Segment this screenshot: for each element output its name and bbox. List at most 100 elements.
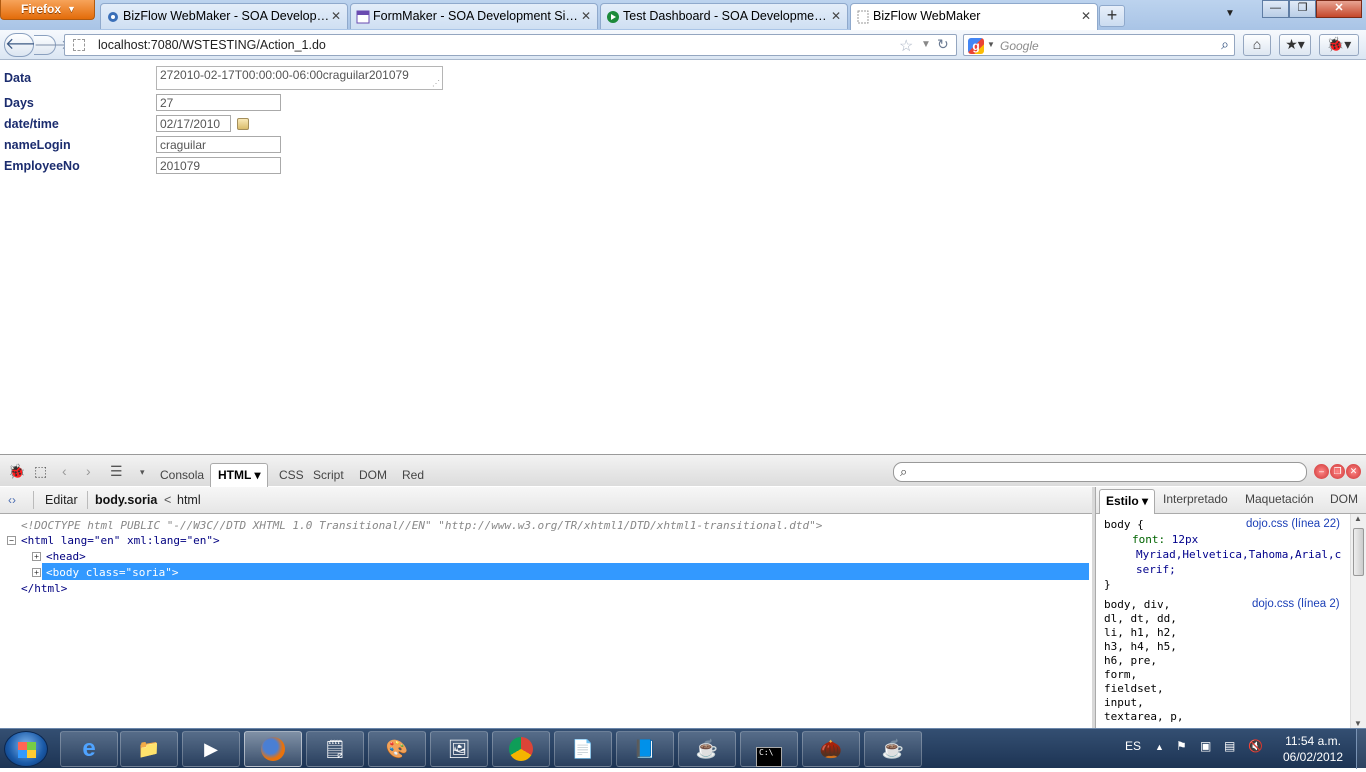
css-value-continued[interactable]: Myriad,Helvetica,Tahoma,Arial,c: [1104, 547, 1349, 562]
inspect-element-icon[interactable]: ⬚: [34, 463, 47, 480]
system-clock[interactable]: 11:54 a.m. 06/02/2012: [1278, 733, 1348, 765]
date-field-value[interactable]: 02/17/2010: [160, 117, 220, 131]
volume-muted-icon[interactable]: 🔇: [1248, 739, 1263, 753]
close-icon[interactable]: ✕: [831, 9, 841, 23]
tab-interpretado[interactable]: Interpretado: [1163, 492, 1228, 506]
tab-html[interactable]: HTML ▾: [210, 463, 269, 487]
chevron-down-icon[interactable]: ▾: [140, 467, 145, 478]
days-field-value[interactable]: 27: [160, 96, 173, 110]
picture-viewer-icon[interactable]: 🖼: [430, 731, 488, 767]
forward-button[interactable]: 🡒: [34, 35, 69, 55]
close-icon[interactable]: ✕: [581, 9, 591, 23]
history-dropdown-icon[interactable]: ▼: [921, 39, 931, 50]
forward-arrow-icon[interactable]: ›: [86, 463, 91, 479]
scroll-up-icon[interactable]: ▲: [1354, 514, 1362, 523]
date-field[interactable]: 02/17/2010: [156, 115, 231, 132]
head-node[interactable]: <head>: [46, 550, 86, 563]
scroll-down-icon[interactable]: ▼: [1354, 719, 1362, 728]
media-player-icon[interactable]: ▶: [182, 731, 240, 767]
show-hidden-icons-icon[interactable]: ▲: [1155, 742, 1164, 752]
acorn-app-icon[interactable]: 🌰: [802, 731, 860, 767]
google-icon[interactable]: g: [968, 38, 984, 54]
start-button[interactable]: [4, 731, 48, 767]
scrollbar-thumb[interactable]: [1353, 528, 1364, 576]
network-icon[interactable]: ▤: [1224, 739, 1235, 753]
breadcrumb-body[interactable]: body.soria: [95, 493, 157, 507]
action-center-flag-icon[interactable]: ⚑: [1176, 739, 1187, 753]
sticky-notes-icon[interactable]: 🗒: [306, 731, 364, 767]
url-bar[interactable]: localhost:7080/WSTESTING/Action_1.do ☆ ▼…: [64, 34, 957, 56]
tab-list-icon[interactable]: ▼: [1225, 8, 1235, 19]
tab-script[interactable]: Script: [313, 468, 344, 482]
list-menu-icon[interactable]: ☰: [110, 463, 123, 480]
firebug-search-input[interactable]: ⌕: [893, 462, 1307, 482]
new-tab-button[interactable]: +: [1099, 5, 1125, 27]
tab-red[interactable]: Red: [402, 468, 424, 482]
bookmarks-button[interactable]: ★▾: [1279, 34, 1311, 56]
java-icon[interactable]: ☕: [678, 731, 736, 767]
namelogin-field-value[interactable]: craguilar: [160, 138, 206, 152]
search-engine-dropdown-icon[interactable]: ▼: [987, 40, 995, 49]
firebug-menu-icon[interactable]: 🐞: [8, 463, 25, 480]
chrome-icon[interactable]: [492, 731, 550, 767]
firebug-close-icon[interactable]: ✕: [1346, 464, 1361, 479]
tab-bizflow-webmaker-soa[interactable]: BizFlow WebMaker - SOA Developme... ✕: [100, 3, 348, 29]
html-open-node[interactable]: <html lang="en" xml:lang="en">: [21, 534, 220, 547]
tab-bizflow-webmaker-active[interactable]: BizFlow WebMaker ✕: [850, 3, 1098, 30]
calendar-icon[interactable]: [237, 118, 249, 130]
wordpad-icon[interactable]: 📘: [616, 731, 674, 767]
site-identity-icon[interactable]: [73, 39, 85, 51]
tab-dom[interactable]: DOM: [359, 468, 387, 482]
css-value-continued[interactable]: serif;: [1104, 562, 1349, 577]
tab-consola[interactable]: Consola: [160, 468, 204, 482]
data-textarea[interactable]: 272010-02-17T00:00:00-06:00craguilar2010…: [156, 66, 443, 90]
namelogin-field[interactable]: craguilar: [156, 136, 281, 153]
firebug-detach-icon[interactable]: ❐: [1330, 464, 1345, 479]
side-panel-scrollbar[interactable]: ▲ ▼: [1350, 514, 1366, 728]
tab-test-dashboard[interactable]: Test Dashboard - SOA Development ... ✕: [600, 3, 848, 29]
rule1-declaration[interactable]: font: 12px: [1104, 532, 1349, 547]
search-icon[interactable]: ⌕: [1221, 36, 1229, 53]
tab-dom-side[interactable]: DOM: [1330, 492, 1358, 506]
back-button[interactable]: 🡐: [4, 33, 48, 57]
expand-toggle-icon[interactable]: +: [32, 568, 41, 577]
collapse-toggle-icon[interactable]: −: [7, 536, 16, 545]
firebug-button[interactable]: 🐞▾: [1319, 34, 1359, 56]
close-icon[interactable]: ✕: [331, 9, 341, 23]
resize-grip-icon[interactable]: ⋰: [432, 79, 440, 88]
back-arrow-icon[interactable]: ‹: [62, 463, 67, 479]
close-window-button[interactable]: ✕: [1316, 0, 1362, 18]
file-explorer-icon[interactable]: 📁: [120, 731, 178, 767]
rule1-source-link[interactable]: dojo.css (línea 22): [1246, 518, 1340, 530]
edit-button[interactable]: Editar: [45, 493, 78, 507]
device-icon[interactable]: ▣: [1200, 739, 1211, 753]
reload-icon[interactable]: ↻: [937, 36, 949, 53]
firebug-minimize-icon[interactable]: –: [1314, 464, 1329, 479]
minimize-button[interactable]: —: [1262, 0, 1289, 18]
rule2-source-link[interactable]: dojo.css (línea 2): [1252, 598, 1340, 610]
search-bar[interactable]: g ▼ Google ⌕: [963, 34, 1235, 56]
expand-toggle-icon[interactable]: +: [32, 552, 41, 561]
css-value[interactable]: 12px: [1172, 533, 1199, 546]
command-prompt-icon[interactable]: C:\: [740, 731, 798, 767]
paint-icon[interactable]: 🎨: [368, 731, 426, 767]
css-property[interactable]: font:: [1132, 533, 1165, 546]
notepad-icon[interactable]: 📄: [554, 731, 612, 767]
days-field[interactable]: 27: [156, 94, 281, 111]
close-icon[interactable]: ✕: [1081, 9, 1091, 23]
url-text[interactable]: localhost:7080/WSTESTING/Action_1.do: [98, 38, 326, 52]
data-textarea-value[interactable]: 272010-02-17T00:00:00-06:00craguilar2010…: [160, 68, 409, 82]
home-button[interactable]: ⌂: [1243, 34, 1271, 56]
java-icon-2[interactable]: ☕: [864, 731, 922, 767]
firefox-taskbar-icon[interactable]: [244, 731, 302, 767]
tab-maquetacion[interactable]: Maquetación: [1245, 492, 1314, 506]
tab-estilo[interactable]: Estilo ▾: [1099, 489, 1156, 514]
tab-formmaker[interactable]: FormMaker - SOA Development Sim... ✕: [350, 3, 598, 29]
breadcrumb-html[interactable]: html: [177, 493, 201, 507]
maximize-button[interactable]: ❐: [1289, 0, 1316, 18]
search-placeholder[interactable]: Google: [1000, 39, 1039, 53]
employeeno-field[interactable]: 201079: [156, 157, 281, 174]
bookmark-star-icon[interactable]: ☆: [899, 36, 913, 56]
employeeno-field-value[interactable]: 201079: [160, 159, 200, 173]
tab-css[interactable]: CSS: [279, 468, 304, 482]
